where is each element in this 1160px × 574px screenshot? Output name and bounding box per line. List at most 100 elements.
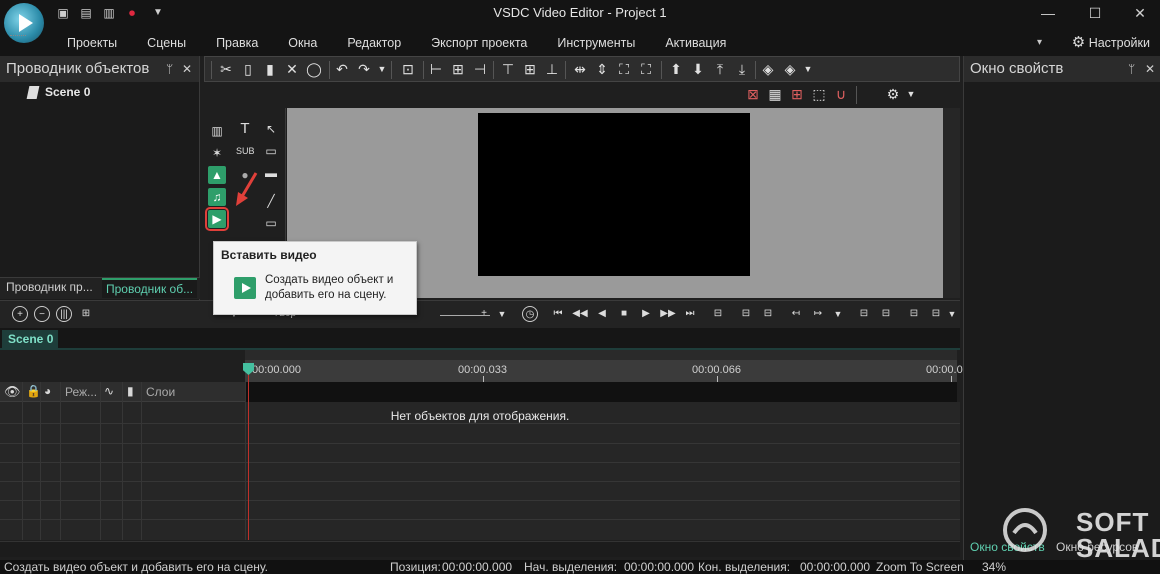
sprite-icon[interactable]: ✶: [208, 144, 226, 162]
same-height-icon[interactable]: ⇕: [593, 60, 611, 78]
stop-icon[interactable]: ■: [616, 306, 632, 322]
align-bottom-icon[interactable]: ⊥: [543, 60, 561, 78]
copy-icon[interactable]: ▯: [239, 60, 257, 78]
track-type-icon[interactable]: ▮: [127, 384, 134, 398]
align-top-icon[interactable]: ⊤: [499, 60, 517, 78]
volume-dropdown-icon[interactable]: ▼: [494, 306, 510, 322]
move-up-icon[interactable]: ⬆: [667, 60, 685, 78]
close-panel-button[interactable]: ✕: [1145, 62, 1155, 76]
timeline-ruler[interactable]: [245, 360, 957, 382]
zoom-out-icon[interactable]: −: [34, 306, 50, 322]
audio-spectrum-icon[interactable]: ▥: [208, 122, 226, 140]
menu-scenes[interactable]: Сцены: [132, 33, 201, 53]
guides-icon[interactable]: ⊞: [788, 85, 806, 103]
insert-video-button[interactable]: ▶: [205, 207, 229, 231]
settings-button[interactable]: ⚙ Настройки: [1072, 33, 1150, 53]
same-width-icon[interactable]: ⇹: [571, 60, 589, 78]
pointer-tool-icon[interactable]: ↖: [262, 120, 280, 138]
loop-icon[interactable]: ⊟: [878, 306, 894, 322]
menu-tools[interactable]: Инструменты: [542, 33, 650, 53]
audio-wave-icon[interactable]: ∿: [104, 384, 114, 398]
subtitles-tool-icon[interactable]: SUB: [236, 142, 255, 160]
menu-export[interactable]: Экспорт проекта: [416, 33, 542, 53]
undo-icon[interactable]: ↶: [333, 60, 351, 78]
send-back-icon[interactable]: ⤓: [733, 60, 751, 78]
play-icon[interactable]: ▶: [638, 306, 654, 322]
menu-projects[interactable]: Проекты: [52, 33, 132, 53]
pin-icon[interactable]: ᛘ: [166, 62, 173, 76]
rectangle-tool-icon[interactable]: ▭: [262, 214, 280, 232]
clock-icon[interactable]: ◷: [522, 306, 538, 322]
next-marker-icon[interactable]: ↦: [810, 306, 826, 322]
paste-icon[interactable]: ▮: [261, 60, 279, 78]
minimize-button[interactable]: —: [1028, 2, 1068, 24]
pin-icon[interactable]: ᛘ: [1128, 62, 1135, 76]
canvas-settings-gear-icon[interactable]: ⚙: [884, 85, 902, 103]
chevron-down-icon[interactable]: ▾: [1037, 33, 1042, 53]
preview-vertical-scrollbar[interactable]: [943, 108, 960, 298]
eye-icon[interactable]: 👁: [4, 384, 21, 400]
volume-plus-icon[interactable]: +: [476, 306, 492, 322]
redo-dropdown-icon[interactable]: ▼: [373, 60, 391, 78]
preview-mode-icon[interactable]: ⊟: [906, 306, 922, 322]
timeline-settings-icon[interactable]: ⊞: [78, 306, 94, 322]
tab-project-explorer[interactable]: Проводник пр...: [6, 280, 93, 294]
layer-tool-icon[interactable]: ▬: [262, 164, 280, 182]
canvas-settings-dropdown-icon[interactable]: ▼: [902, 85, 920, 103]
safe-area-icon[interactable]: ⬚: [810, 85, 828, 103]
menu-windows[interactable]: Окна: [273, 33, 332, 53]
line-tool-icon[interactable]: ╱: [262, 192, 280, 210]
align-middle-icon[interactable]: ⊞: [521, 60, 539, 78]
text-tool-icon[interactable]: T: [236, 120, 254, 138]
magnet-icon[interactable]: ∪: [832, 85, 850, 103]
cut-icon[interactable]: ✂: [217, 60, 235, 78]
zoom-fit-icon[interactable]: |||: [56, 306, 72, 322]
move-down-icon[interactable]: ⬇: [689, 60, 707, 78]
redo-icon[interactable]: ↷: [355, 60, 373, 78]
lock-icon[interactable]: 🔒: [26, 384, 41, 398]
scene-canvas[interactable]: [478, 113, 750, 276]
fit-icon[interactable]: ⛶: [637, 60, 655, 78]
rewind-icon[interactable]: ◀◀: [572, 306, 588, 322]
delete-icon[interactable]: ✕: [283, 60, 301, 78]
group-icon[interactable]: ◈: [759, 60, 777, 78]
align-left-icon[interactable]: ⊢: [427, 60, 445, 78]
view-dropdown-icon[interactable]: ▼: [944, 306, 960, 322]
marker-dropdown-icon[interactable]: ▼: [830, 306, 846, 322]
menu-editor[interactable]: Редактор: [332, 33, 416, 53]
crop-icon[interactable]: ◯: [305, 60, 323, 78]
group-dropdown-icon[interactable]: ▼: [799, 60, 817, 78]
marker-icon[interactable]: ⊟: [760, 306, 776, 322]
align-center-icon[interactable]: ⊞: [449, 60, 467, 78]
chart-tool-icon[interactable]: ▭: [262, 142, 280, 160]
grid-icon[interactable]: ▦: [766, 85, 784, 103]
select-all-icon[interactable]: ⊡: [399, 60, 417, 78]
cut-region-icon[interactable]: ⊟: [738, 306, 754, 322]
split-icon[interactable]: ⊟: [710, 306, 726, 322]
zoom-mode[interactable]: Zoom To Screen: [876, 560, 964, 574]
jump-marker-icon[interactable]: ↤: [788, 306, 804, 322]
go-start-icon[interactable]: ⏮: [550, 306, 566, 322]
tree-item-scene-0[interactable]: Scene 0: [45, 85, 90, 99]
same-size-icon[interactable]: ⛶: [615, 60, 633, 78]
insert-image-icon[interactable]: ▲: [208, 166, 226, 184]
timeline-horizontal-scrollbar[interactable]: [0, 541, 960, 557]
scene-tab[interactable]: Scene 0: [2, 330, 58, 349]
menu-activation[interactable]: Активация: [650, 33, 741, 53]
ungroup-icon[interactable]: ◈: [781, 60, 799, 78]
maximize-button[interactable]: ☐: [1075, 2, 1115, 24]
go-end-icon[interactable]: ⏭: [682, 306, 698, 322]
close-window-button[interactable]: ✕: [1120, 2, 1160, 24]
step-back-icon[interactable]: ◀: [594, 306, 610, 322]
menu-edit[interactable]: Правка: [201, 33, 273, 53]
playhead-line[interactable]: [248, 370, 249, 540]
insert-audio-icon[interactable]: ♫: [208, 188, 226, 206]
snap-grid-icon[interactable]: ⊠: [744, 85, 762, 103]
blend-icon[interactable]: ◕: [44, 384, 51, 398]
snap-icon[interactable]: ⊟: [856, 306, 872, 322]
fast-forward-icon[interactable]: ▶▶: [660, 306, 676, 322]
fullscreen-icon[interactable]: ⊟: [928, 306, 944, 322]
close-panel-button[interactable]: ✕: [182, 62, 192, 76]
zoom-in-icon[interactable]: +: [12, 306, 28, 322]
align-right-icon[interactable]: ⊣: [471, 60, 489, 78]
